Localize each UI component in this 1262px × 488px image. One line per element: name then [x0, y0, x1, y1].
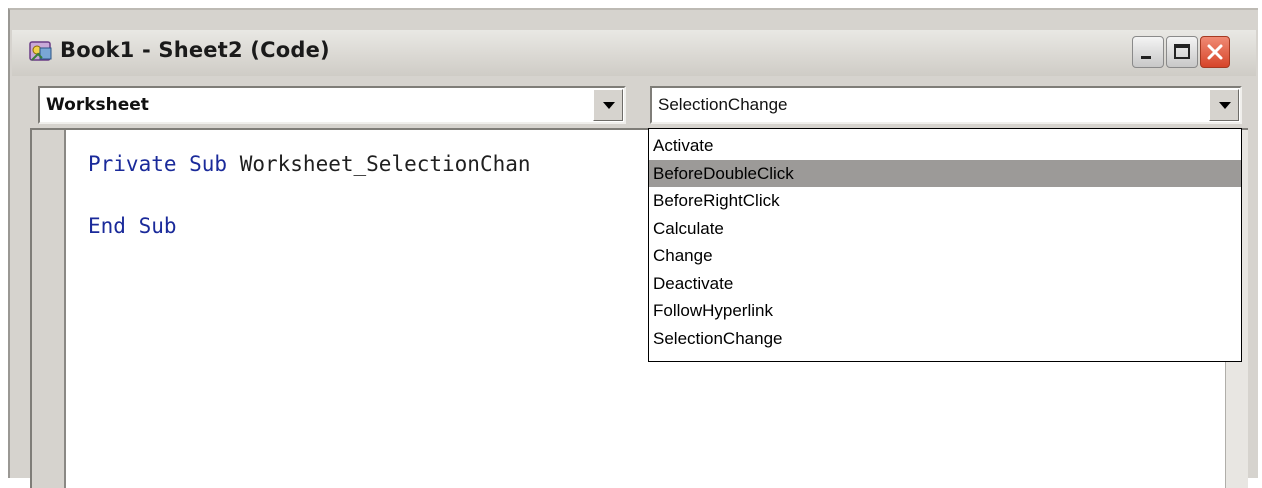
dropdown-option[interactable]: BeforeDoubleClick [649, 159, 1241, 187]
code-keyword: Private Sub [88, 152, 228, 176]
code-window: Book1 - Sheet2 (Code) Worksheet Selectio… [8, 8, 1258, 488]
procedure-dropdown-list: Activate BeforeDoubleClick BeforeRightClic… [648, 128, 1242, 362]
object-combo[interactable]: Worksheet [38, 86, 626, 124]
maximize-icon [1174, 44, 1190, 59]
dropdown-option[interactable]: Deactivate [649, 270, 1241, 298]
code-text: Worksheet_SelectionChan [227, 152, 531, 176]
dropdown-option[interactable]: Change [649, 242, 1241, 270]
dropdown-option[interactable]: BeforeRightClick [649, 187, 1241, 215]
close-icon [1207, 44, 1223, 60]
vba-project-icon [29, 41, 52, 61]
dropdown-option[interactable]: Activate [649, 132, 1241, 160]
dropdown-option[interactable]: SelectionChange [649, 325, 1241, 353]
window-title: Book1 - Sheet2 (Code) [60, 38, 330, 62]
title-bar[interactable]: Book1 - Sheet2 (Code) [12, 30, 1256, 76]
minimize-button[interactable] [1132, 36, 1164, 68]
procedure-combo[interactable]: SelectionChange [650, 86, 1242, 124]
dropdown-option[interactable]: FollowHyperlink [649, 297, 1241, 325]
margin-indicator-bar [32, 130, 66, 488]
minimize-icon [1141, 56, 1151, 59]
maximize-button[interactable] [1166, 36, 1198, 68]
chevron-down-icon[interactable] [593, 89, 623, 121]
code-line[interactable]: End Sub [88, 214, 177, 238]
dropdown-option[interactable]: Calculate [649, 215, 1241, 243]
procedure-combo-value: SelectionChange [658, 95, 788, 114]
chevron-down-icon[interactable] [1209, 89, 1239, 121]
code-line[interactable]: Private Sub Worksheet_SelectionChan [88, 152, 531, 176]
object-combo-value: Worksheet [46, 95, 149, 115]
code-keyword: End Sub [88, 214, 177, 238]
close-button[interactable] [1200, 36, 1230, 68]
